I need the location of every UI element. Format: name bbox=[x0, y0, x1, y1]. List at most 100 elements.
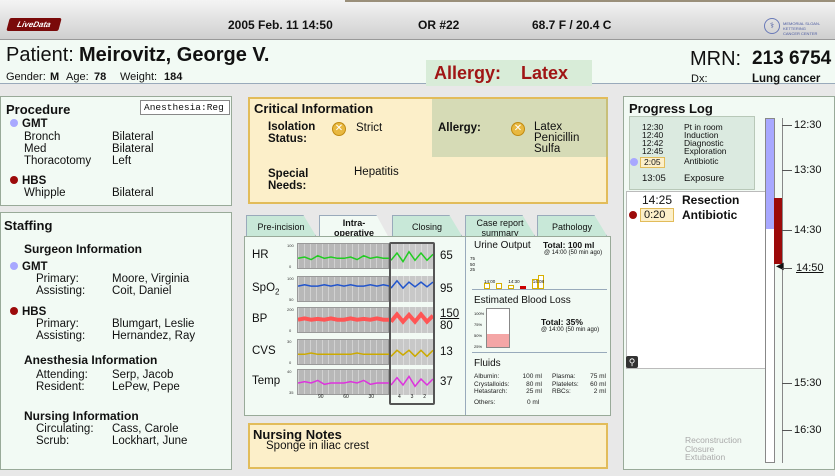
vital-trend-strip bbox=[297, 307, 390, 333]
vital-scale-bottom: 0 bbox=[289, 264, 292, 269]
gmt-dot-icon bbox=[10, 119, 18, 127]
procedure-name: Whipple bbox=[24, 187, 66, 199]
procedure-group-code: GMT bbox=[22, 118, 48, 130]
blood-loss-note: @ 14:00 (50 min ago) bbox=[541, 327, 600, 333]
surgeon-info-title: Surgeon Information bbox=[24, 242, 142, 256]
vital-scale-bottom: 50 bbox=[289, 297, 294, 302]
room-number: OR #22 bbox=[418, 18, 460, 32]
vital-trace bbox=[298, 284, 390, 287]
nursing-note-text: Sponge in iliac crest bbox=[266, 440, 369, 452]
procedure-name: Med bbox=[24, 143, 47, 155]
fluid-value: 25 ml bbox=[526, 388, 542, 395]
fluid-label: RBCs: bbox=[552, 388, 571, 395]
institution-logo: ⚕ MEMORIAL SLOAN-KETTERING CANCER CENTER bbox=[764, 16, 830, 36]
vital-label: Temp bbox=[252, 375, 281, 387]
vital-trend-strip bbox=[297, 243, 390, 269]
timeline-tick-label: 13:30 bbox=[794, 164, 822, 176]
procedure-group-gmt: GMT bbox=[10, 118, 48, 130]
institution-name: MEMORIAL SLOAN-KETTERING bbox=[783, 21, 821, 31]
fluid-value: 100 ml bbox=[522, 373, 542, 380]
vital-label: HR bbox=[252, 249, 269, 261]
timeline-tick-label: 14:30 bbox=[794, 224, 822, 236]
fluids-col2-labels: Plasma: Platelets: RBCs: bbox=[552, 373, 582, 396]
timeline-tick-mark bbox=[782, 230, 792, 231]
anesthesia-badge[interactable]: Anesthesia:Reg bbox=[140, 100, 230, 115]
room-temperature: 68.7 F / 20.4 C bbox=[532, 18, 612, 32]
vital-label: BP bbox=[252, 313, 268, 325]
timeline-tick-mark bbox=[782, 268, 792, 269]
fluids-col1-values: 100 ml 80 ml 25 ml bbox=[520, 373, 542, 396]
circulating-label: Circulating: bbox=[36, 423, 94, 435]
vital-scale-top: 30 bbox=[287, 339, 292, 344]
tab-case-report-summary[interactable]: Case report summary bbox=[465, 215, 535, 236]
staffing-title: Staffing bbox=[4, 218, 53, 233]
allergy-warning-icon: ✕ bbox=[511, 122, 525, 136]
center-divider bbox=[465, 237, 466, 415]
urine-total: Total: 100 ml bbox=[543, 240, 595, 250]
gender-label: Gender: bbox=[6, 71, 46, 83]
primary-label: Primary: bbox=[36, 273, 79, 285]
vital-value: 13 bbox=[440, 346, 453, 358]
attending-name: Serp, Jacob bbox=[112, 369, 174, 381]
upcoming-event: Extubation bbox=[685, 452, 726, 462]
patient-label: Patient: bbox=[6, 44, 74, 66]
tab-pathology[interactable]: Pathology bbox=[537, 215, 607, 236]
weight-label: Weight: bbox=[120, 71, 158, 83]
vital-value: 95 bbox=[440, 283, 453, 295]
livedata-logo: LiveData bbox=[6, 18, 62, 31]
scrub-nurse: Lockhart, June bbox=[112, 435, 188, 447]
tab-intra-operative[interactable]: Intra-operative bbox=[319, 215, 389, 238]
progress-time: 2:05 bbox=[640, 157, 665, 168]
progress-time: 14:25 bbox=[642, 193, 673, 207]
progress-event: Antibiotic bbox=[682, 208, 738, 222]
vital-trace bbox=[298, 352, 390, 356]
timeline-tick-mark bbox=[782, 125, 792, 126]
procedure-group-code: HBS bbox=[22, 175, 47, 187]
current-time-arrow-icon: ◀ bbox=[776, 261, 784, 272]
procedure-side: Left bbox=[112, 155, 132, 167]
institution-seal-icon: ⚕ bbox=[764, 18, 780, 34]
tab-pre-incision[interactable]: Pre-incision bbox=[246, 215, 316, 236]
isolation-label-2: Status: bbox=[268, 133, 307, 145]
progress-log-title: Progress Log bbox=[629, 101, 713, 116]
urine-xtick: 14:30 bbox=[508, 279, 520, 284]
fluid-others-label: Others: bbox=[474, 399, 496, 406]
dx-value: Lung cancer bbox=[752, 73, 821, 85]
mrn-label: MRN: bbox=[690, 48, 742, 70]
allergy-item: Sulfa bbox=[534, 143, 561, 155]
urine-xtick: 14:00 bbox=[484, 279, 496, 284]
procedure-name: Thoracotomy bbox=[24, 155, 92, 167]
fluids-title: Fluids bbox=[474, 358, 501, 369]
tab-closing[interactable]: Closing bbox=[392, 215, 462, 236]
nursing-info-title: Nursing Information bbox=[24, 409, 139, 423]
fluid-label: Crystalloids: bbox=[474, 380, 510, 388]
fluid-others-value: 0 ml bbox=[527, 399, 540, 406]
progress-event: Antibiotic bbox=[684, 156, 719, 166]
vital-scale-bottom: 0 bbox=[289, 328, 292, 333]
vital-trend-strip bbox=[297, 339, 390, 365]
timeline-tick-label: 15:30 bbox=[794, 377, 822, 389]
timeline-tick-label: 16:30 bbox=[794, 424, 822, 436]
dx-label: Dx: bbox=[691, 73, 708, 85]
urine-title: Urine Output bbox=[474, 240, 531, 251]
assisting-surgeon: Hernandez, Ray bbox=[112, 330, 196, 342]
procedure-group-hbs: HBS bbox=[10, 175, 46, 187]
gender-value: M bbox=[50, 71, 60, 83]
procedure-name: Bronch bbox=[24, 131, 61, 143]
vitals-axis-tick: 30 bbox=[368, 394, 374, 400]
primary-label: Primary: bbox=[36, 318, 79, 330]
allergy-banner: Allergy: Latex bbox=[426, 60, 592, 86]
allergy-banner-value: Latex bbox=[521, 63, 569, 83]
fluid-label: Albumin: bbox=[474, 373, 500, 380]
allergy-banner-label: Allergy: bbox=[434, 63, 502, 83]
assisting-label: Assisting: bbox=[36, 285, 86, 297]
timeline-tick-label: 12:30 bbox=[794, 119, 822, 131]
vital-scale-bottom: 35 bbox=[289, 390, 294, 395]
isolation-warning-icon: ✕ bbox=[332, 122, 346, 136]
fluid-label: Platelets: bbox=[552, 380, 579, 388]
blood-loss-total: Total: 35% bbox=[541, 317, 583, 327]
zoom-icon[interactable]: ⚲ bbox=[626, 356, 638, 368]
primary-surgeon: Blumgart, Leslie bbox=[112, 318, 195, 330]
staff-group-code: GMT bbox=[22, 261, 48, 273]
critical-allergy-label: Allergy: bbox=[438, 122, 481, 134]
